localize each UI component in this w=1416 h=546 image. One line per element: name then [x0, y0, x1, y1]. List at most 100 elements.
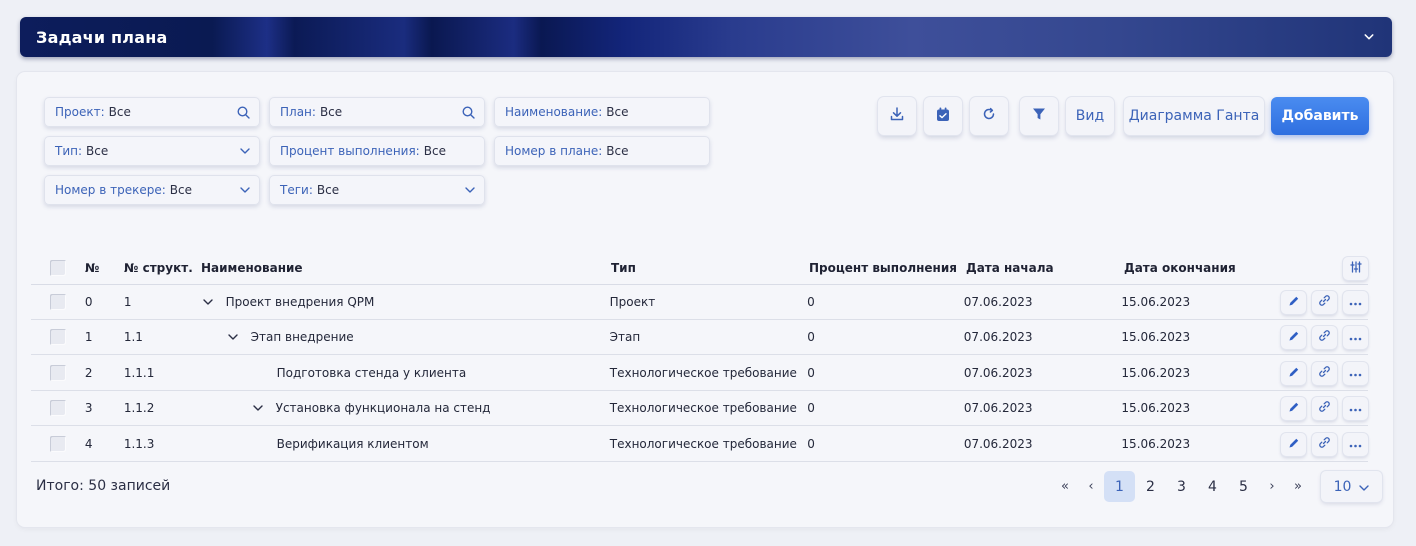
calendar-button[interactable] — [924, 97, 962, 135]
cell-type: Технологическое требование — [609, 437, 797, 451]
chevron-down-icon[interactable] — [465, 187, 475, 193]
table-row[interactable]: 1 1.1 Этап внедрение Этап 0 07.06.2023 1… — [31, 320, 1369, 355]
column-header-struct[interactable]: № структ. — [124, 261, 201, 275]
filter-label: Процент выполнения: — [280, 144, 420, 158]
prev-page-button[interactable]: ‹ — [1078, 471, 1104, 502]
filter-plan[interactable]: План: Все — [269, 97, 485, 127]
filter-button[interactable] — [1020, 97, 1058, 135]
column-header-end-date[interactable]: Дата окончания — [1124, 261, 1284, 275]
link-button[interactable] — [1312, 432, 1337, 456]
column-header-percent[interactable]: Процент выполнения — [809, 261, 966, 275]
search-icon[interactable] — [237, 105, 250, 119]
row-checkbox[interactable] — [50, 436, 66, 452]
more-button[interactable] — [1343, 325, 1369, 349]
column-header-no[interactable]: № — [85, 261, 124, 275]
cell-end-date: 15.06.2023 — [1121, 401, 1191, 415]
next-page-button[interactable]: › — [1259, 471, 1285, 502]
chevron-down-icon[interactable] — [201, 299, 215, 305]
add-button[interactable]: Добавить — [1271, 97, 1369, 135]
edit-button[interactable] — [1281, 325, 1307, 349]
more-button[interactable] — [1343, 290, 1368, 314]
cell-no: 3 — [84, 401, 93, 415]
section-title: Задачи плана — [36, 27, 168, 47]
filter-percent[interactable]: Процент выполнения: Все — [269, 136, 485, 166]
pencil-icon — [1288, 330, 1300, 345]
first-page-button[interactable]: « — [1052, 471, 1078, 502]
row-checkbox[interactable] — [50, 365, 66, 381]
view-button[interactable]: Вид — [1066, 97, 1114, 135]
link-button[interactable] — [1312, 325, 1338, 349]
filter-tags[interactable]: Теги: Все — [269, 175, 485, 205]
more-dots-icon — [1349, 295, 1362, 309]
search-icon[interactable] — [462, 105, 475, 119]
column-header-name[interactable]: Наименование — [201, 261, 611, 275]
cell-name: Подготовка стенда у клиента — [276, 366, 467, 380]
section-header[interactable]: Задачи плана — [20, 17, 1392, 57]
cell-start-date: 07.06.2023 — [963, 401, 1033, 415]
filter-type[interactable]: Тип: Все — [44, 136, 260, 166]
filter-tracker-number[interactable]: Номер в трекере: Все — [44, 175, 260, 205]
filter-value: Все — [606, 144, 629, 158]
page-button[interactable]: 1 — [1104, 471, 1135, 502]
page-button[interactable]: 2 — [1135, 471, 1166, 502]
column-settings-button[interactable] — [1343, 256, 1368, 280]
table-row[interactable]: 4 1.1.3 Верификация клиентом Технологиче… — [31, 427, 1368, 462]
page-size-select[interactable]: 10 — [1321, 471, 1382, 502]
page-button[interactable]: 5 — [1228, 471, 1259, 502]
column-header-type[interactable]: Тип — [611, 261, 809, 275]
add-button-label: Добавить — [1281, 108, 1359, 124]
cell-no: 1 — [84, 330, 93, 344]
cell-percent: 0 — [807, 401, 815, 415]
row-checkbox[interactable] — [50, 329, 66, 345]
table-row[interactable]: 3 1.1.2 Установка функционала на стенд Т… — [31, 391, 1369, 426]
page-button[interactable]: 4 — [1197, 471, 1228, 502]
cell-type: Технологическое требование — [609, 366, 797, 380]
link-icon — [1318, 294, 1331, 310]
last-page-button[interactable]: » — [1285, 471, 1311, 502]
filter-name[interactable]: Наименование: Все — [494, 97, 710, 127]
link-icon — [1318, 436, 1331, 452]
filter-plan-number[interactable]: Номер в плане: Все — [494, 136, 710, 166]
filter-label: Номер в плане: — [505, 144, 603, 158]
download-icon — [889, 106, 905, 126]
cell-struct: 1 — [123, 295, 132, 309]
cell-struct: 1.1 — [123, 330, 143, 344]
funnel-icon — [1032, 107, 1046, 125]
filter-project[interactable]: Проект: Все — [44, 97, 260, 127]
more-button[interactable] — [1343, 396, 1369, 420]
table-row[interactable]: 0 1 Проект внедрения QPM Проект 0 07.06.… — [31, 285, 1368, 320]
more-button[interactable] — [1343, 432, 1368, 456]
edit-button[interactable] — [1281, 290, 1306, 314]
column-header-start-date[interactable]: Дата начала — [966, 261, 1124, 275]
filter-label: План: — [280, 105, 316, 119]
cell-percent: 0 — [807, 366, 815, 380]
row-checkbox[interactable] — [50, 294, 66, 310]
edit-button[interactable] — [1281, 361, 1306, 385]
cell-end-date: 15.06.2023 — [1121, 330, 1191, 344]
edit-button[interactable] — [1281, 432, 1306, 456]
page-button[interactable]: 3 — [1166, 471, 1197, 502]
link-button[interactable] — [1312, 290, 1337, 314]
edit-button[interactable] — [1281, 396, 1307, 420]
download-button[interactable] — [878, 97, 916, 135]
table-row[interactable]: 2 1.1.1 Подготовка стенда у клиента Техн… — [31, 356, 1368, 391]
more-dots-icon — [1349, 437, 1362, 451]
gantt-chart-button[interactable]: Диаграмма Ганта — [1124, 97, 1264, 135]
filter-label: Наименование: — [505, 105, 603, 119]
cell-type: Проект — [609, 295, 656, 309]
select-all-checkbox[interactable] — [50, 260, 66, 276]
cell-percent: 0 — [807, 330, 815, 344]
chevron-down-icon[interactable] — [251, 405, 265, 411]
link-button[interactable] — [1312, 396, 1338, 420]
refresh-button[interactable] — [970, 97, 1008, 135]
filter-value: Все — [86, 144, 109, 158]
chevron-down-icon[interactable] — [1364, 32, 1374, 42]
link-icon — [1318, 365, 1331, 381]
chevron-down-icon[interactable] — [240, 148, 250, 154]
row-checkbox[interactable] — [50, 400, 66, 416]
chevron-down-icon[interactable] — [226, 334, 240, 340]
more-button[interactable] — [1343, 361, 1368, 385]
link-button[interactable] — [1312, 361, 1337, 385]
chevron-down-icon[interactable] — [240, 187, 250, 193]
cell-struct: 1.1.3 — [123, 437, 155, 451]
